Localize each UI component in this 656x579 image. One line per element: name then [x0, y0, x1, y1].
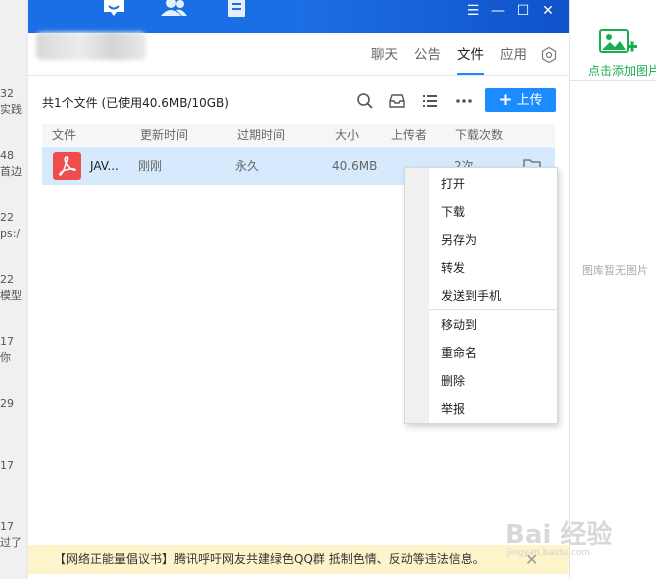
close-button[interactable]: ✕ — [540, 3, 556, 19]
chat-list-item[interactable]: 22 ps:/ — [0, 210, 30, 242]
menu-item-download[interactable]: 下载 — [441, 202, 551, 222]
notice-bar: 【网络正能量倡议书】腾讯呼吁网友共建绿色QQ群 抵制色情、反动等违法信息。 ✕ — [28, 545, 569, 574]
gallery-pane: 点击添加图片 图库暂无图片 — [569, 0, 656, 579]
chat-list-item[interactable]: 17 过了 — [0, 519, 30, 551]
file-summary: 共1个文件 (已使用40.6MB/10GB) — [42, 96, 229, 110]
file-name: JAV... — [90, 159, 119, 173]
column-header-expires[interactable]: 过期时间 — [237, 124, 285, 146]
menu-item-move-to[interactable]: 移动到 — [441, 315, 551, 335]
settings-hexagon-icon[interactable] — [541, 47, 557, 63]
tab-announcement[interactable]: 公告 — [414, 46, 441, 66]
chat-list-item[interactable]: 32 实践 — [0, 86, 30, 118]
file-expires: 永久 — [235, 159, 260, 173]
column-header-size[interactable]: 大小 — [335, 124, 359, 146]
menu-item-open[interactable]: 打开 — [441, 174, 551, 194]
maximize-button[interactable]: ☐ — [515, 3, 531, 19]
contacts-icon[interactable] — [160, 0, 188, 20]
file-size: 40.6MB — [332, 159, 378, 173]
title-bar: ☰ — ☐ ✕ — [28, 0, 569, 33]
add-image-area[interactable]: 点击添加图片 — [570, 0, 656, 81]
pdf-file-icon — [53, 152, 81, 180]
group-name-redacted — [36, 32, 146, 60]
document-icon[interactable] — [223, 0, 251, 20]
add-image-icon — [599, 29, 637, 53]
menu-button[interactable]: ☰ — [465, 3, 481, 19]
tab-files[interactable]: 文件 — [457, 46, 484, 75]
add-image-label: 点击添加图片 — [588, 64, 656, 78]
inbox-icon[interactable] — [388, 92, 406, 110]
column-header-updated[interactable]: 更新时间 — [140, 124, 188, 146]
chat-list-item[interactable]: 17 你 — [0, 334, 30, 366]
plus-icon: + — [498, 90, 513, 110]
minimize-button[interactable]: — — [490, 3, 506, 19]
table-header: 文件 更新时间 过期时间 大小 上传者 下载次数 — [42, 124, 555, 146]
chat-bubble-icon[interactable] — [100, 0, 128, 20]
chat-list-item[interactable]: 17 — [0, 458, 30, 474]
search-icon[interactable] — [356, 92, 374, 110]
context-menu: 打开 下载 另存为 转发 发送到手机 移动到 重命名 删除 举报 — [404, 167, 558, 424]
gallery-empty-label: 图库暂无图片 — [582, 264, 648, 277]
group-tabs: 聊天 公告 文件 应用 — [355, 46, 557, 75]
list-view-icon[interactable] — [421, 92, 439, 110]
chat-list-item[interactable]: 29 — [0, 396, 30, 412]
more-options-icon[interactable] — [455, 92, 473, 110]
chat-list-item[interactable]: 48 首边 — [0, 148, 30, 180]
file-updated: 刚刚 — [138, 159, 163, 173]
chat-list-item[interactable]: 22 模型 — [0, 272, 30, 304]
tab-chat[interactable]: 聊天 — [371, 46, 398, 66]
menu-item-delete[interactable]: 删除 — [441, 371, 551, 391]
chat-list-strip: 32 实践 48 首边 22 ps:/ 22 模型 17 你 29 17 17 过了 — [0, 0, 30, 579]
menu-item-send-to-phone[interactable]: 发送到手机 — [441, 286, 551, 306]
column-header-uploader[interactable]: 上传者 — [391, 124, 427, 146]
upload-button[interactable]: + 上传 — [485, 88, 556, 112]
menu-separator — [429, 309, 557, 310]
column-header-downloads[interactable]: 下载次数 — [455, 124, 503, 146]
menu-item-rename[interactable]: 重命名 — [441, 343, 551, 363]
column-header-file[interactable]: 文件 — [52, 124, 76, 146]
notice-text[interactable]: 【网络正能量倡议书】腾讯呼吁网友共建绿色QQ群 抵制色情、反动等违法信息。 — [54, 545, 485, 574]
baidu-watermark: Bai 经验 jingyan.baidu.com — [505, 520, 613, 558]
tab-apps[interactable]: 应用 — [500, 46, 527, 66]
menu-item-report[interactable]: 举报 — [441, 399, 551, 419]
menu-item-forward[interactable]: 转发 — [441, 258, 551, 278]
menu-item-save-as[interactable]: 另存为 — [441, 230, 551, 250]
